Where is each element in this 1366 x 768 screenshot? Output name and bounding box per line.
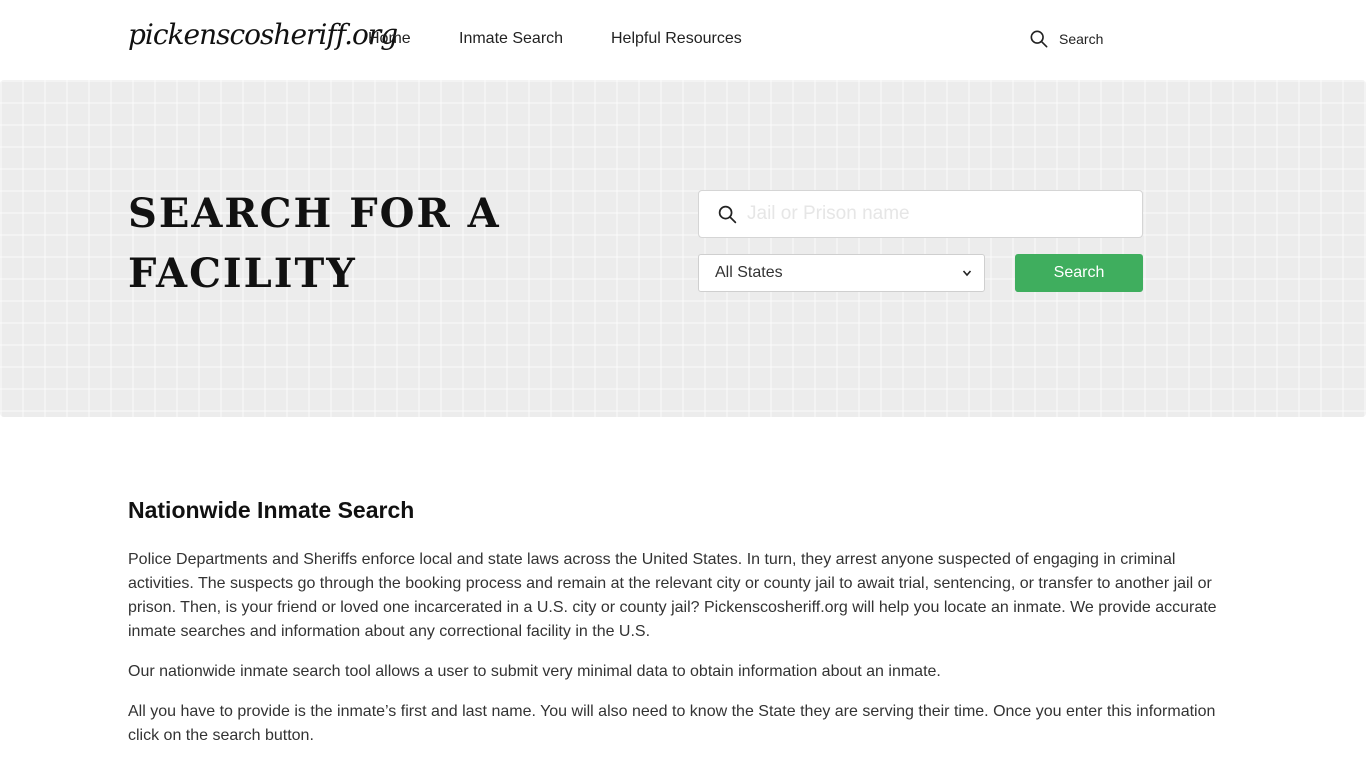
nav-helpful-resources[interactable]: Helpful Resources xyxy=(611,30,742,48)
header-search-label: Search xyxy=(1059,31,1104,47)
paragraph: Police Departments and Sheriffs enforce … xyxy=(128,551,1217,640)
state-select[interactable]: All States xyxy=(698,254,985,292)
facility-search-input[interactable] xyxy=(747,194,1127,234)
header-search-button[interactable]: Search xyxy=(1030,30,1103,48)
nav-inmate-search[interactable]: Inmate Search xyxy=(459,30,563,48)
main-content: Nationwide Inmate Search Police Departme… xyxy=(128,497,1228,764)
paragraph: All you have to provide is the inmate’s … xyxy=(128,703,1216,744)
state-select-value: All States xyxy=(715,264,783,281)
nav-home[interactable]: Home xyxy=(368,30,411,48)
site-logo[interactable]: pickenscosheriff.org xyxy=(128,18,398,51)
hero-title: SEARCH FOR A FACILITY xyxy=(128,190,501,297)
search-button[interactable]: Search xyxy=(1015,254,1143,292)
site-header: pickenscosheriff.org Home Inmate Search … xyxy=(0,0,1366,80)
paragraph: Our nationwide inmate search tool allows… xyxy=(128,663,941,680)
search-icon xyxy=(1030,30,1048,48)
search-icon xyxy=(718,205,737,223)
facility-search-box[interactable] xyxy=(698,190,1143,238)
section-heading: Nationwide Inmate Search xyxy=(128,497,415,523)
chevron-down-icon xyxy=(962,270,972,277)
hero-section: SEARCH FOR A FACILITY All States Search xyxy=(0,80,1366,417)
